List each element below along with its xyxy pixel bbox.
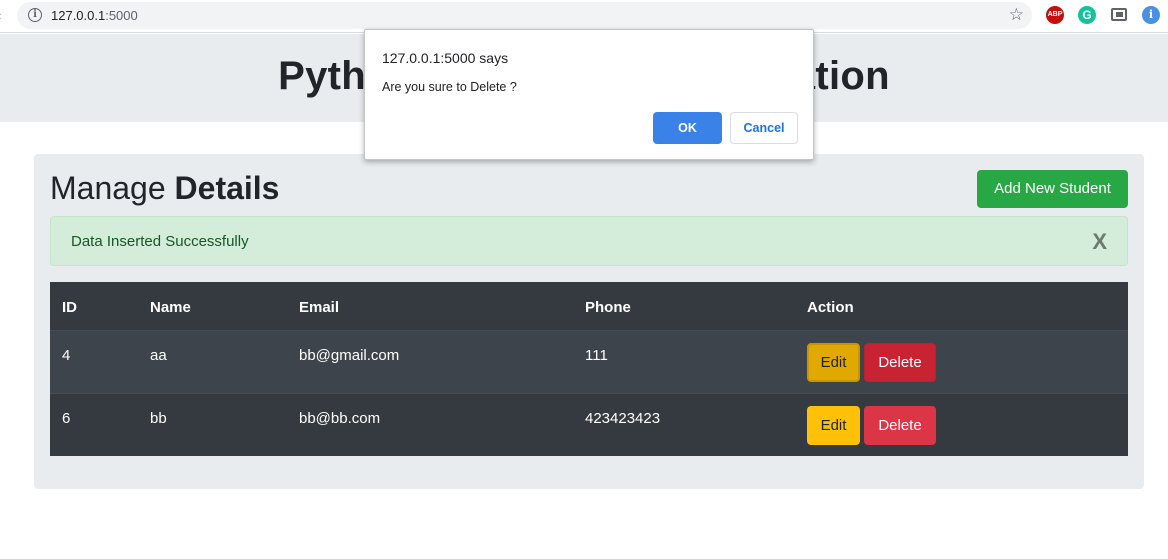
- edit-button[interactable]: Edit: [807, 406, 860, 445]
- dialog-message: Are you sure to Delete ?: [382, 80, 517, 94]
- confirm-dialog: 127.0.0.1:5000 says Are you sure to Dele…: [364, 29, 814, 160]
- manage-panel: Manage Details Add New Student Data Inse…: [34, 154, 1144, 489]
- students-table: ID Name Email Phone Action 4 aa bb@gmail…: [50, 282, 1128, 456]
- address-bar[interactable]: i 127.0.0.1:5000 ☆: [17, 2, 1032, 29]
- cell-phone: 423423423: [585, 410, 661, 427]
- edit-button[interactable]: Edit: [807, 343, 860, 382]
- column-header-email: Email: [299, 299, 340, 316]
- column-header-phone: Phone: [585, 299, 631, 316]
- info-extension-icon[interactable]: i: [1142, 6, 1160, 24]
- cast-extension-icon[interactable]: [1111, 8, 1127, 21]
- cell-id: 6: [62, 410, 71, 427]
- panel-heading: Manage Details: [50, 170, 280, 206]
- cell-name: bb: [150, 410, 167, 427]
- table-row: 6 bb bb@bb.com 423423423 Edit Delete: [50, 393, 1128, 456]
- column-header-action: Action: [807, 299, 854, 316]
- dialog-ok-button[interactable]: OK: [653, 112, 722, 144]
- add-new-student-button[interactable]: Add New Student: [977, 170, 1128, 208]
- cell-id: 4: [62, 347, 71, 364]
- cell-phone: 111: [585, 347, 608, 364]
- adblock-extension-icon[interactable]: ABP: [1046, 6, 1064, 24]
- column-header-name: Name: [150, 299, 191, 316]
- delete-button[interactable]: Delete: [864, 343, 936, 382]
- url-text[interactable]: 127.0.0.1:5000: [51, 8, 138, 23]
- dialog-title: 127.0.0.1:5000 says: [382, 50, 509, 66]
- delete-button[interactable]: Delete: [864, 406, 936, 445]
- alert-close-button[interactable]: X: [1092, 229, 1107, 255]
- cell-name: aa: [150, 347, 167, 364]
- dialog-cancel-button[interactable]: Cancel: [730, 112, 798, 144]
- success-alert: Data Inserted Successfully X: [50, 216, 1128, 266]
- back-arrow-icon[interactable]: ‹: [0, 8, 1, 23]
- grammarly-extension-icon[interactable]: G: [1078, 6, 1096, 24]
- alert-message: Data Inserted Successfully: [71, 233, 249, 250]
- table-header-row: ID Name Email Phone Action: [50, 282, 1128, 330]
- cell-email: bb@bb.com: [299, 410, 381, 427]
- table-row: 4 aa bb@gmail.com 111 Edit Delete: [50, 330, 1128, 393]
- column-header-id: ID: [62, 299, 77, 316]
- cell-email: bb@gmail.com: [299, 347, 400, 364]
- site-info-icon[interactable]: i: [28, 8, 42, 22]
- bookmark-star-icon[interactable]: ☆: [1009, 5, 1024, 25]
